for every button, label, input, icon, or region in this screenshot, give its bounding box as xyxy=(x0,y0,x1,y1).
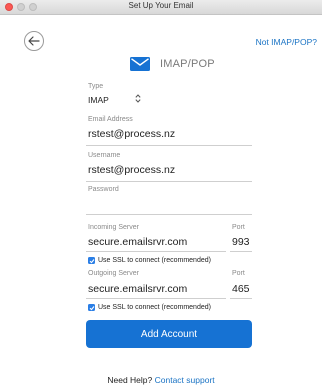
header-title: IMAP/POP xyxy=(160,58,215,70)
type-select[interactable]: IMAP xyxy=(88,95,109,105)
back-button[interactable] xyxy=(24,31,44,51)
mail-icon xyxy=(130,57,150,71)
contact-support-link[interactable]: Contact support xyxy=(155,375,215,385)
checkmark-icon xyxy=(89,305,94,310)
username-input[interactable]: rstest@process.nz xyxy=(88,164,175,176)
back-arrow-icon xyxy=(28,36,40,46)
username-label: Username xyxy=(88,152,121,159)
chevron-updown-icon[interactable] xyxy=(135,94,141,105)
password-input[interactable] xyxy=(88,198,248,211)
type-label: Type xyxy=(88,83,104,90)
email-label: Email Address xyxy=(88,116,133,123)
outgoing-port-label: Port xyxy=(232,270,245,277)
incoming-server-input[interactable]: secure.emailsrvr.com xyxy=(88,236,187,248)
incoming-server-underline xyxy=(86,251,226,252)
not-imap-link[interactable]: Not IMAP/POP? xyxy=(256,37,317,47)
incoming-server-label: Incoming Server xyxy=(88,224,139,231)
title-bar: Set Up Your Email xyxy=(0,0,322,15)
outgoing-port-underline xyxy=(230,298,252,299)
email-underline xyxy=(86,145,252,146)
outgoing-ssl-checkbox[interactable] xyxy=(88,304,95,311)
email-input[interactable]: rstest@process.nz xyxy=(88,128,175,140)
incoming-port-label: Port xyxy=(232,224,245,231)
incoming-port-input[interactable]: 993 xyxy=(232,236,250,248)
password-label: Password xyxy=(88,186,119,193)
incoming-ssl-checkbox[interactable] xyxy=(88,257,95,264)
incoming-port-underline xyxy=(230,251,252,252)
account-type-header: IMAP/POP xyxy=(130,55,215,73)
add-account-button[interactable]: Add Account xyxy=(86,320,252,348)
need-help-text: Need Help? xyxy=(107,375,153,385)
password-underline xyxy=(86,214,252,215)
outgoing-server-input[interactable]: secure.emailsrvr.com xyxy=(88,283,187,295)
outgoing-ssl-label[interactable]: Use SSL to connect (recommended) xyxy=(98,304,211,311)
incoming-ssl-label[interactable]: Use SSL to connect (recommended) xyxy=(98,257,211,264)
username-underline xyxy=(86,181,252,182)
checkmark-icon xyxy=(89,258,94,263)
outgoing-server-underline xyxy=(86,298,226,299)
outgoing-port-input[interactable]: 465 xyxy=(232,283,250,295)
outgoing-server-label: Outgoing Server xyxy=(88,270,139,277)
window-title: Set Up Your Email xyxy=(128,1,194,10)
help-footer: Need Help? Contact support xyxy=(0,375,322,385)
